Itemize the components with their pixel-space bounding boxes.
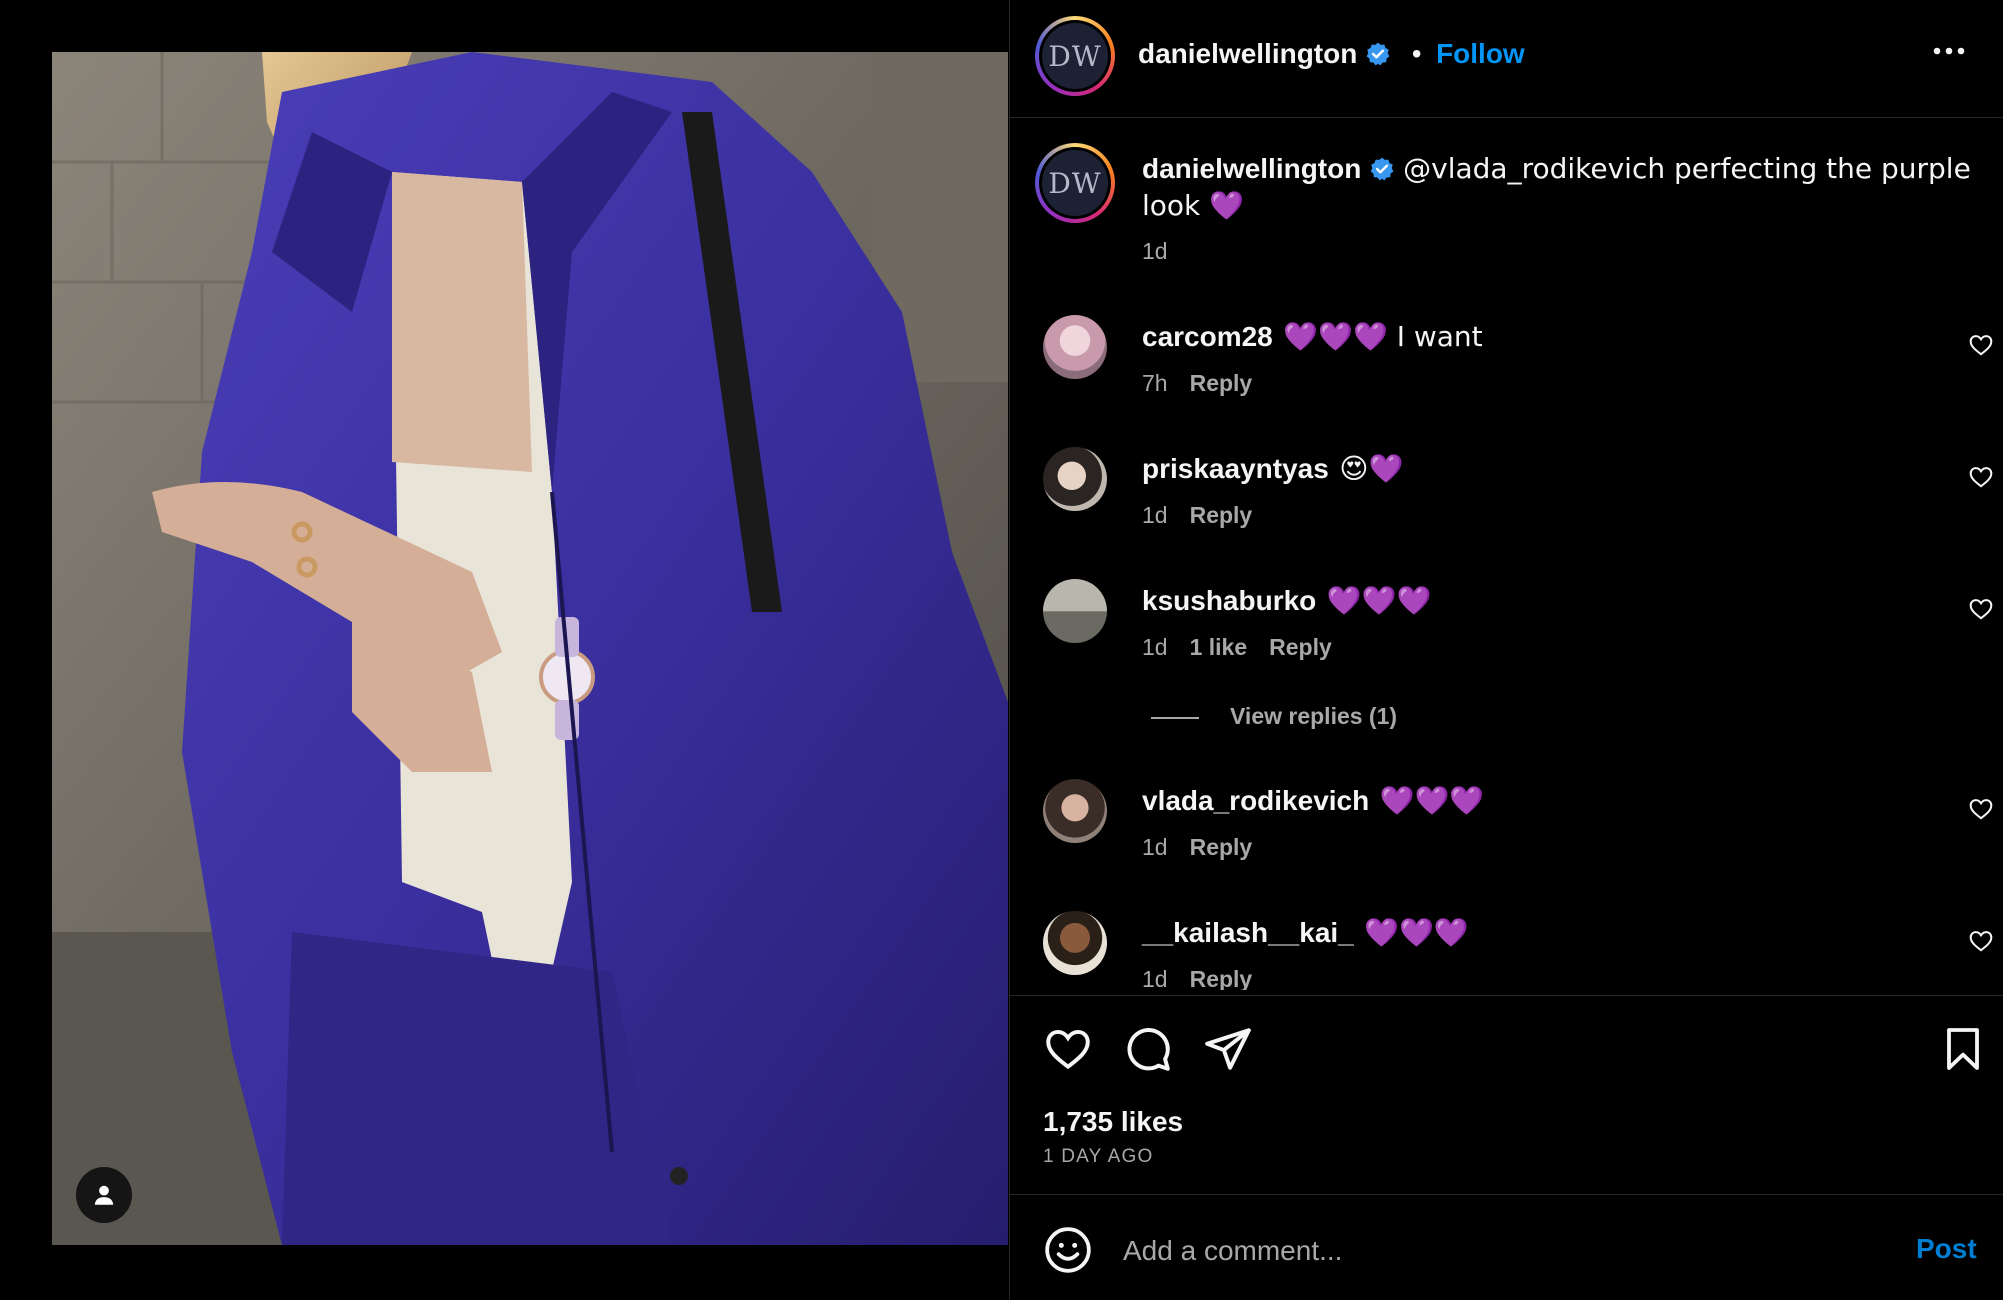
share-send-icon[interactable] xyxy=(1203,1024,1253,1074)
comment-username[interactable]: __kailash__kai_ xyxy=(1142,917,1354,948)
verified-badge-icon xyxy=(1370,157,1394,181)
view-replies-button[interactable]: View replies (1) xyxy=(1230,703,1397,730)
post-details-panel: DW danielwellington • Follow DW danielwe… xyxy=(1009,0,2003,1300)
comment-time: 1d xyxy=(1142,834,1168,860)
comment-time: 1d xyxy=(1142,634,1168,660)
comment-body: priskaayntyas 😍💜 xyxy=(1142,450,1403,487)
comment-username[interactable]: ksushaburko xyxy=(1142,585,1316,616)
comment-likes-count[interactable]: 1 like xyxy=(1190,634,1248,660)
comment-username[interactable]: priskaayntyas xyxy=(1142,453,1329,484)
reply-button[interactable]: Reply xyxy=(1190,834,1253,860)
comment-body: ksushaburko 💜💜💜 xyxy=(1142,582,1431,619)
comment-clip-region: __kailash__kai_ 💜💜💜 1d Reply xyxy=(1010,900,2003,990)
caption-author-logo: DW xyxy=(1042,150,1108,216)
reply-button[interactable]: Reply xyxy=(1190,966,1253,990)
save-bookmark-icon[interactable] xyxy=(1939,1024,1987,1074)
comment-time: 1d xyxy=(1142,966,1168,990)
post-photo[interactable] xyxy=(52,52,1008,1245)
comment-meta: 1d 1 like Reply xyxy=(1142,634,1354,661)
user-icon xyxy=(94,1185,114,1205)
caption-author-avatar[interactable]: DW xyxy=(1035,143,1115,223)
post-header: danielwellington • Follow xyxy=(1138,38,1525,70)
author-logo: DW xyxy=(1042,23,1108,89)
reply-button[interactable]: Reply xyxy=(1269,634,1332,660)
caption-time: 1d xyxy=(1142,238,1168,264)
header-separator: • xyxy=(1411,38,1422,69)
comment-body: vlada_rodikevich 💜💜💜 xyxy=(1142,782,1484,819)
like-comment-heart-icon[interactable] xyxy=(1968,332,1994,358)
likes-count[interactable]: 1,735 likes xyxy=(1043,1106,1183,1138)
emoji-picker-icon[interactable] xyxy=(1043,1225,1093,1275)
actions-divider xyxy=(1010,995,2003,996)
like-comment-heart-icon[interactable] xyxy=(1968,596,1994,622)
add-comment-input[interactable] xyxy=(1121,1228,1825,1274)
comment-text: 😍💜 xyxy=(1339,452,1404,485)
like-comment-heart-icon[interactable] xyxy=(1968,928,1994,954)
comment-body: __kailash__kai_ 💜💜💜 xyxy=(1142,914,1469,951)
comment-avatar-priskaayntyas[interactable] xyxy=(1043,447,1107,511)
comment-text: 💜💜💜 I want xyxy=(1283,320,1483,353)
comment-avatar-kailash[interactable] xyxy=(1043,911,1107,975)
comment-text: 💜💜💜 xyxy=(1379,784,1485,817)
reply-button[interactable]: Reply xyxy=(1190,502,1253,528)
comment-avatar-ksushaburko[interactable] xyxy=(1043,579,1107,643)
comment-text: 💜💜💜 xyxy=(1364,916,1469,949)
reply-button[interactable]: Reply xyxy=(1190,370,1253,396)
photo-illustration xyxy=(52,52,1008,1245)
caption: danielwellington @vlada_rodikevich perfe… xyxy=(1142,150,1972,224)
like-comment-heart-icon[interactable] xyxy=(1968,796,1994,822)
post-time-ago: 1 DAY AGO xyxy=(1043,1146,1154,1167)
more-horizontal-icon[interactable] xyxy=(1932,44,1966,58)
comment-meta: 1d Reply xyxy=(1142,502,1274,529)
comment-text: 💜💜💜 xyxy=(1326,584,1432,617)
post-comment-button[interactable]: Post xyxy=(1916,1233,1977,1265)
caption-author-username[interactable]: danielwellington xyxy=(1142,153,1361,184)
tagged-user-button[interactable] xyxy=(76,1167,132,1223)
like-heart-icon[interactable] xyxy=(1043,1024,1093,1074)
comment-meta: 1d Reply xyxy=(1142,966,1274,990)
author-avatar[interactable]: DW xyxy=(1035,16,1115,96)
comment-username[interactable]: carcom28 xyxy=(1142,321,1273,352)
header-divider xyxy=(1010,117,2003,118)
comment-meta: 7h Reply xyxy=(1142,370,1274,397)
comment-bubble-icon[interactable] xyxy=(1123,1024,1173,1074)
comment-body: carcom28 💜💜💜 I want xyxy=(1142,318,1483,355)
comment-avatar-carcom28[interactable] xyxy=(1043,315,1107,379)
author-username[interactable]: danielwellington xyxy=(1138,38,1357,69)
comment-username[interactable]: vlada_rodikevich xyxy=(1142,785,1369,816)
verified-badge-icon xyxy=(1366,42,1390,66)
comment-time: 7h xyxy=(1142,370,1168,396)
follow-button[interactable]: Follow xyxy=(1436,38,1525,69)
comment-avatar-vlada_rodikevich[interactable] xyxy=(1043,779,1107,843)
composer-divider xyxy=(1010,1194,2003,1195)
comment-meta: 1d Reply xyxy=(1142,834,1274,861)
view-replies-line xyxy=(1151,717,1199,719)
like-comment-heart-icon[interactable] xyxy=(1968,464,1994,490)
comment-time: 1d xyxy=(1142,502,1168,528)
